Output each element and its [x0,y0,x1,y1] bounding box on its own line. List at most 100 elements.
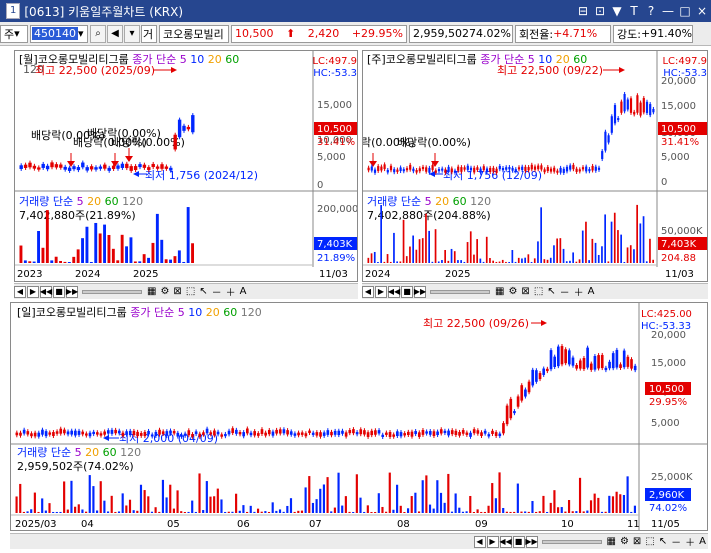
volume-bar [513,511,516,513]
scroll-left-icon[interactable]: ◀ [473,535,486,548]
candle [66,431,70,435]
volume-bar [300,510,304,513]
rewind-icon[interactable]: ◀◀ [40,285,52,298]
candle [177,119,182,138]
stop-icon[interactable]: ■ [401,285,413,298]
settings-icon[interactable]: ⚙ [508,286,517,297]
auto-icon[interactable]: A [588,286,595,297]
zoom-in-icon[interactable]: ＋ [685,534,695,549]
volume-bar [626,247,629,263]
date-tick: 10 [561,519,574,530]
candle [560,346,564,365]
volume-bar [633,249,635,263]
volume-bar [72,256,76,263]
weekly-chart-svg: [주]코오롱모빌리티그룹 종가 단순 5 10 20 60 최고 22,500 … [363,51,707,280]
dropdown-icon[interactable]: ▾ [124,24,140,43]
cursor-icon[interactable]: ↖ [547,286,555,297]
analysis-icon[interactable]: ⊠ [521,286,529,297]
scroll-right-icon[interactable]: ▶ [375,285,387,298]
grid-icon[interactable]: ▦ [147,286,156,297]
settings-icon[interactable]: ⚙ [620,536,629,547]
candle [256,433,260,436]
auto-icon[interactable]: A [240,286,247,297]
auto-icon[interactable]: A [699,536,706,547]
forward-icon[interactable]: ▶▶ [414,285,426,298]
scroll-left-icon[interactable]: ◀ [14,285,26,298]
volume-bar [33,492,36,513]
select-icon[interactable]: ⬚ [645,536,654,547]
volume-bar [381,506,384,513]
candle [611,353,615,369]
zoom-in-icon[interactable]: ＋ [574,284,584,299]
zoom-out-icon[interactable]: － [560,284,570,299]
candle [120,163,125,168]
stock-code-input[interactable]: 450140 ▾ [30,24,88,43]
zoom-slider[interactable] [430,289,490,294]
candle [402,169,405,172]
cursor-icon[interactable]: ↖ [199,286,207,297]
volume-bar [581,230,584,263]
capture-icon[interactable]: ⊡ [592,3,608,19]
volume-bar [389,261,392,263]
volume-bar [142,254,146,263]
select-icon[interactable]: ⬚ [534,286,543,297]
candle [626,356,630,367]
candle [543,169,546,173]
volume-bar [139,484,143,513]
y-tick: 5,000 [317,152,346,163]
candle [33,432,37,437]
minimize-icon[interactable]: — [660,3,676,19]
grid-icon[interactable]: ▦ [495,286,504,297]
cursor-icon[interactable]: ↖ [659,536,667,547]
volume-bar [425,213,427,263]
candle [479,168,482,173]
select-icon[interactable]: ⬚ [186,286,195,297]
grid-icon[interactable]: ▦ [607,536,616,547]
stop-icon[interactable]: ■ [512,535,525,548]
settings-icon[interactable]: ⚙ [160,286,169,297]
candle [575,364,578,369]
close-icon[interactable]: × [694,3,710,19]
volume-bar [133,261,137,263]
zoom-slider[interactable] [82,289,142,294]
volume-bar [417,511,421,513]
volume-bar [242,505,245,513]
forward-icon[interactable]: ▶▶ [525,535,538,548]
candle [421,166,425,170]
market-select[interactable]: 주 ▾ [0,24,28,43]
volume-bar [589,500,593,513]
scroll-left-icon[interactable]: ◀ [362,285,374,298]
volume-bar [275,510,278,513]
pin-icon[interactable]: ▼ [609,3,625,19]
help-icon[interactable]: ? [643,3,659,19]
scroll-right-icon[interactable]: ▶ [27,285,39,298]
scroll-right-icon[interactable]: ▶ [486,535,499,548]
maximize-icon[interactable]: □ [677,3,693,19]
volume-bar [77,504,80,513]
zoom-slider[interactable] [541,539,602,544]
analysis-icon[interactable]: ⊠ [173,286,181,297]
forward-icon[interactable]: ▶▶ [66,285,78,298]
lc-label: LC:497.9 [662,56,707,67]
rewind-icon[interactable]: ◀◀ [499,535,512,548]
candle [535,370,538,382]
analysis-icon[interactable]: ⊠ [633,536,641,547]
rewind-icon[interactable]: ◀◀ [388,285,400,298]
zoom-in-icon[interactable]: ＋ [226,284,236,299]
kind-field[interactable]: 거 [141,24,157,43]
font-icon[interactable]: T [626,3,642,19]
weekly-chart-panel: [주]코오롱모빌리티그룹 종가 단순 5 10 20 60 최고 22,500 … [362,50,708,282]
speaker-icon[interactable]: ◀ [107,24,123,43]
volume-value: 2,959,502주(74.02%) [17,460,134,473]
turnover-value: +4.71% [553,27,598,40]
zoom-out-icon[interactable]: － [212,284,222,299]
candle [183,433,187,436]
date-tick: 09 [475,519,488,530]
volume-bar [385,511,388,513]
zoom-out-icon[interactable]: － [671,534,681,549]
vol-price-tag-text: 7,403K [317,239,353,250]
search-icon[interactable]: ⌕ [90,24,106,43]
stop-icon[interactable]: ■ [53,285,65,298]
volume-bar [466,242,469,263]
layout-icon[interactable]: ⊟ [575,3,591,19]
